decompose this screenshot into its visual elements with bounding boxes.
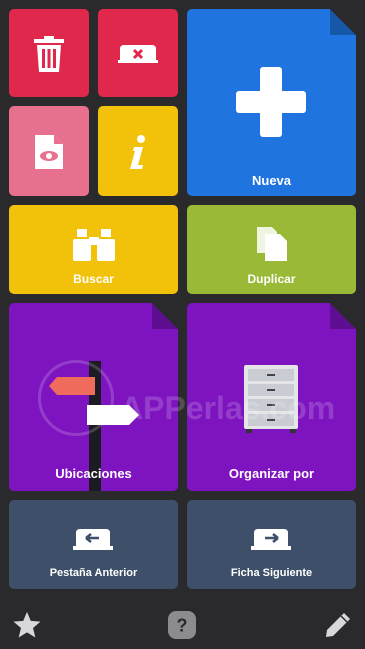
plus-icon xyxy=(236,67,306,137)
new-label: Nueva xyxy=(251,173,292,188)
svg-text:?: ? xyxy=(177,616,188,636)
info-icon xyxy=(130,135,145,169)
search-label: Buscar xyxy=(73,272,114,286)
binoculars-icon xyxy=(73,229,115,261)
close-tab-tile[interactable] xyxy=(98,9,178,97)
next-tab-tile[interactable]: Ficha Siguiente xyxy=(187,500,356,589)
delete-tile[interactable] xyxy=(9,9,89,97)
preview-tile[interactable] xyxy=(9,106,89,196)
tab-forward-icon xyxy=(251,529,291,550)
locations-tile[interactable]: Ubicaciones xyxy=(9,303,178,491)
search-tile[interactable]: Buscar xyxy=(9,205,178,294)
duplicate-icon xyxy=(257,227,287,261)
star-icon[interactable] xyxy=(12,610,42,640)
duplicate-label: Duplicar xyxy=(247,272,296,286)
previous-tab-tile[interactable]: Pestaña Anterior xyxy=(9,500,178,589)
help-icon[interactable]: ? xyxy=(167,610,197,640)
info-tile[interactable] xyxy=(98,106,178,196)
document-eye-icon xyxy=(35,135,63,169)
previous-tab-label: Pestaña Anterior xyxy=(49,567,138,579)
pencil-icon[interactable] xyxy=(324,611,352,639)
close-tab-icon xyxy=(118,45,158,63)
new-tile[interactable]: Nueva xyxy=(187,9,356,196)
organize-tile[interactable]: Organizar por xyxy=(187,303,356,491)
duplicate-tile[interactable]: Duplicar xyxy=(187,205,356,294)
next-tab-label: Ficha Siguiente xyxy=(230,567,313,579)
organize-label: Organizar por xyxy=(228,466,315,481)
cabinet-icon xyxy=(244,365,298,433)
trash-icon xyxy=(34,36,64,72)
locations-label: Ubicaciones xyxy=(55,466,132,481)
tab-back-icon xyxy=(73,529,113,550)
